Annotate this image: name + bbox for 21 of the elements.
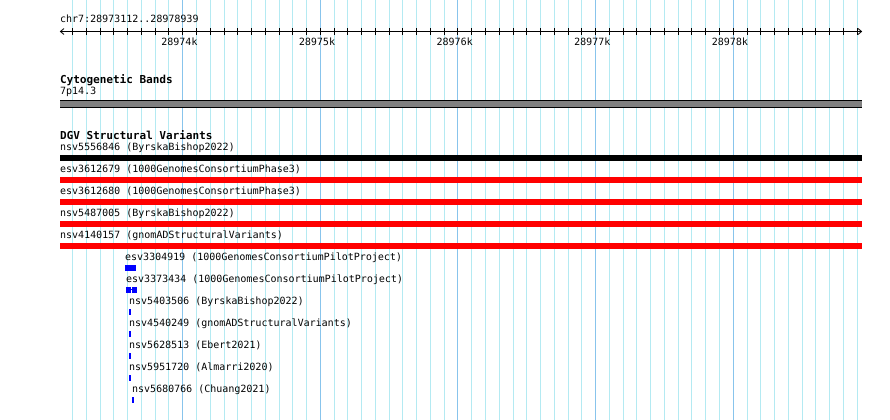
feature-label: esv3373434 (1000GenomesConsortiumPilotProject) bbox=[126, 274, 403, 286]
tick-label: 28974k bbox=[161, 37, 198, 49]
feature-label: nsv5680766 (Chuang2021) bbox=[132, 384, 270, 396]
feature-label: nsv5951720 (Almarri2020) bbox=[129, 362, 274, 374]
track-title: Cytogenetic Bands bbox=[60, 74, 173, 86]
feature-label: esv3612680 (1000GenomesConsortiumPhase3) bbox=[60, 186, 301, 198]
feature-label: esv3612679 (1000GenomesConsortiumPhase3) bbox=[60, 164, 301, 176]
feature-label: nsv4140157 (gnomADStructuralVariants) bbox=[60, 230, 283, 242]
feature-label: nsv5487005 (ByrskaBishop2022) bbox=[60, 208, 235, 220]
tick-label: 28978k bbox=[712, 37, 748, 49]
feature-label: esv3304919 (1000GenomesConsortiumPilotProject) bbox=[125, 252, 402, 264]
feature-label: nsv5556846 (ByrskaBishop2022) bbox=[60, 142, 235, 154]
tick-label: 28976k bbox=[436, 37, 473, 49]
feature-label: nsv5403506 (ByrskaBishop2022) bbox=[129, 296, 304, 308]
feature-label: nsv4540249 (gnomADStructuralVariants) bbox=[129, 318, 352, 330]
band-label: 7p14.3 bbox=[60, 86, 96, 98]
track-title: DGV Structural Variants bbox=[60, 130, 212, 142]
feature-label: nsv5628513 (Ebert2021) bbox=[129, 340, 262, 352]
location-label: chr7:28973112..28978939 bbox=[60, 14, 198, 26]
tick-label: 28975k bbox=[298, 37, 335, 49]
tick-label: 28977k bbox=[574, 37, 610, 49]
